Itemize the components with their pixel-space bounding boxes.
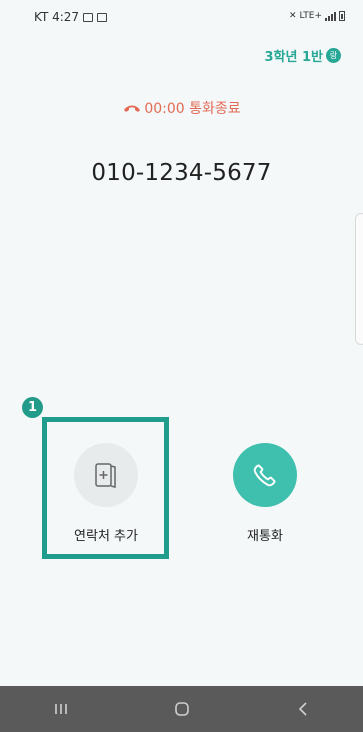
recall-label: 재통화 <box>247 529 283 544</box>
home-button[interactable] <box>152 686 212 732</box>
signal-icon <box>325 11 336 21</box>
gallery-icon <box>83 12 94 22</box>
add-contact-circle[interactable] <box>74 443 138 507</box>
call-status: 00:00 통화종료 <box>0 98 363 118</box>
status-left: KT 4:27 <box>34 10 108 24</box>
call-status-text: 00:00 통화종료 <box>144 101 241 117</box>
home-icon <box>174 702 189 716</box>
phone-icon <box>253 464 276 487</box>
call-ended-screen: KT 4:27 ✕ LTE+ 3학년 1반 랑 00:00 통화종료 010-1… <box>0 0 363 732</box>
class-label[interactable]: 3학년 1반 랑 <box>264 46 341 65</box>
recall-button[interactable]: 재통화 <box>220 443 310 544</box>
phone-number: 010-1234-5677 <box>91 160 272 186</box>
recent-apps-button[interactable] <box>31 686 91 732</box>
network-label: LTE+ <box>299 11 323 21</box>
back-icon <box>298 702 307 716</box>
add-contact-button[interactable]: 연락처 추가 <box>61 443 151 544</box>
carrier-time: KT 4:27 <box>34 10 80 24</box>
back-button[interactable] <box>273 686 333 732</box>
recall-circle[interactable] <box>233 443 297 507</box>
side-panel-handle[interactable] <box>355 213 363 345</box>
recent-apps-icon <box>54 704 67 714</box>
add-contact-label: 연락처 추가 <box>74 529 138 544</box>
step-badge: 1 <box>22 397 43 418</box>
mute-icon: ✕ <box>288 11 297 21</box>
class-badge: 랑 <box>326 48 341 63</box>
phone-hangup-icon <box>124 105 141 112</box>
status-right: ✕ LTE+ <box>289 11 345 21</box>
class-name: 3학년 1반 <box>264 50 324 65</box>
add-contact-icon <box>95 463 116 488</box>
status-bar: KT 4:27 ✕ LTE+ <box>0 0 363 34</box>
battery-icon <box>339 11 345 21</box>
screenshot-icon <box>97 12 108 22</box>
navigation-bar <box>0 686 363 732</box>
